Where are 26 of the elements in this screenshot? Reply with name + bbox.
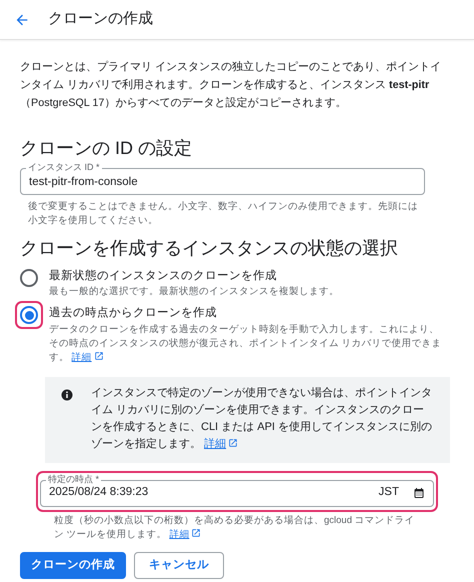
option-label: 過去の時点からクローンを作成 [49, 306, 218, 322]
intro-paragraph: クローンとは、プライマリ インスタンスの独立したコピーのことであり、ポイントインタイム リカバリで利用されます。クローンを作成すると、インスタンス test-pitr（PostgreSQL 17）からすべてのデータと設定がコピーされます。 [20, 60, 442, 111]
helper-text: 粒度（秒の小数点以下の桁数）を高める必要がある場合は、gcloud コマンドライン ツールを使用します。 詳細 [54, 514, 416, 542]
radio-button[interactable] [20, 269, 38, 287]
option-description: 最も一般的な選択です。最新状態のインスタンスを複製します。 [49, 285, 340, 300]
external-link-icon [94, 350, 104, 360]
calendar-icon[interactable] [413, 487, 425, 499]
section-heading: クローンを作成するインスタンスの状態の選択 [20, 237, 399, 260]
external-link-icon [191, 528, 202, 538]
field-label: インスタンス ID * [26, 162, 102, 173]
timezone-label: JST [378, 485, 399, 500]
date-input[interactable]: 2025/08/24 8:39:23 [49, 484, 379, 502]
helper-text: 後で変更することはできません。小文字、数字、ハイフンのみ使用できます。先頭には小文字を使用してください。 [28, 200, 418, 228]
info-icon [61, 388, 73, 400]
external-link-icon [228, 438, 238, 448]
info-text: インスタンスで特定のゾーンが使用できない場合は、ポイントインタイム リカバリに別のゾーンを使用できます。インスタンスのクローンを作成するときに、CLI または API を使用してインスタンスに別のゾーンを指定します。 詳細 [91, 386, 434, 452]
option-label: 最新状態のインスタンスのクローンを作成 [49, 268, 278, 284]
section-heading: クローンの ID の設定 [20, 137, 194, 160]
page-title: クローンの作成 [48, 9, 153, 30]
cancel-button[interactable]: キャンセル [134, 552, 224, 579]
details-link[interactable]: 詳細 [169, 528, 202, 540]
option-description: データのクローンを作成する過去のターゲット時刻を手動で入力します。これにより、その時点のインスタンスの状態が復元され、ポイントインタイム リカバリで使用できます。 詳細 [49, 322, 443, 364]
details-link[interactable]: 詳細 [204, 438, 238, 450]
field-label: 特定の時点 * [46, 474, 102, 484]
details-link[interactable]: 詳細 [72, 352, 104, 362]
create-button[interactable]: クローンの作成 [20, 552, 126, 579]
